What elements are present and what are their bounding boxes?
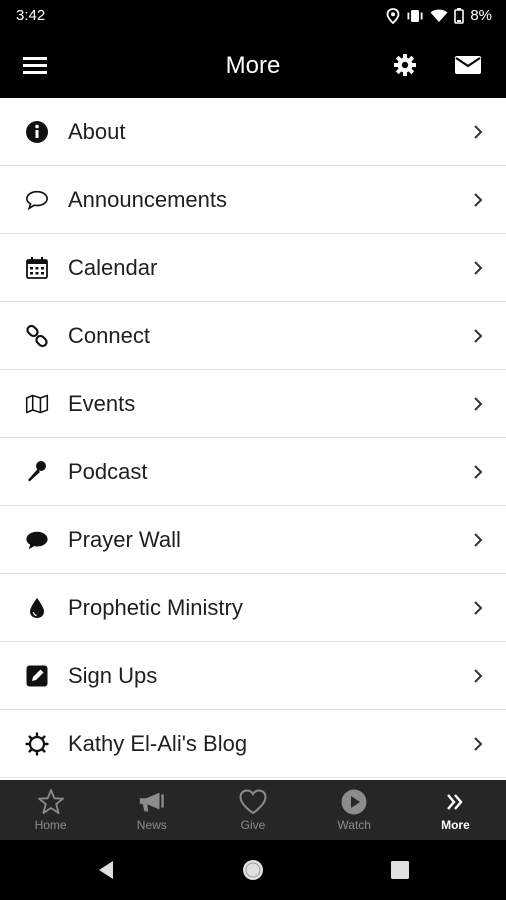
calendar-icon bbox=[25, 256, 49, 280]
chevron-right-icon bbox=[474, 600, 483, 615]
battery-level: 8% bbox=[470, 7, 492, 24]
sun-icon bbox=[25, 731, 49, 756]
menu-item-connect[interactable]: Connect bbox=[0, 302, 506, 370]
menu-item-label: Connect bbox=[68, 322, 150, 348]
wifi-icon bbox=[430, 9, 448, 22]
menu-item-kathy-blog[interactable]: Kathy El-Ali's Blog bbox=[0, 710, 506, 778]
gear-icon[interactable] bbox=[390, 50, 420, 80]
map-icon bbox=[25, 392, 49, 416]
chevron-right-icon bbox=[474, 124, 483, 139]
tab-label: Home bbox=[34, 818, 67, 832]
chevron-right-icon bbox=[474, 736, 483, 751]
back-icon[interactable] bbox=[94, 858, 118, 882]
microphone-icon bbox=[25, 460, 49, 484]
page-title: More bbox=[225, 52, 281, 79]
menu-item-label: Announcements bbox=[68, 186, 227, 212]
menu-item-podcast[interactable]: Podcast bbox=[0, 438, 506, 506]
tab-watch[interactable]: Watch bbox=[304, 780, 405, 840]
tab-label: News bbox=[136, 818, 167, 832]
menu-item-label: Events bbox=[68, 390, 136, 416]
tab-label: Watch bbox=[337, 818, 371, 832]
chevron-right-icon bbox=[474, 668, 483, 683]
menu-item-calendar[interactable]: Calendar bbox=[0, 234, 506, 302]
menu-item-label: Calendar bbox=[68, 254, 158, 280]
star-icon bbox=[36, 788, 66, 816]
chevron-right-icon bbox=[474, 396, 483, 411]
menu-item-label: About bbox=[68, 118, 126, 144]
menu-item-prophetic-ministry[interactable]: Prophetic Ministry bbox=[0, 574, 506, 642]
battery-icon bbox=[454, 7, 465, 24]
chevron-right-icon bbox=[474, 328, 483, 343]
menu-item-label: Podcast bbox=[68, 458, 148, 484]
info-icon bbox=[25, 120, 49, 144]
bottom-tab-bar: Home News Give Watch More bbox=[0, 780, 506, 840]
system-nav-bar bbox=[0, 840, 506, 900]
edit-icon bbox=[25, 664, 49, 688]
menu-item-announcements[interactable]: Announcements bbox=[0, 166, 506, 234]
menu-item-prayer-wall[interactable]: Prayer Wall bbox=[0, 506, 506, 574]
status-icons: 8% bbox=[386, 7, 492, 24]
menu-list: About Announcements Calendar Connect Eve… bbox=[0, 98, 506, 780]
tab-news[interactable]: News bbox=[101, 780, 202, 840]
chevron-right-icon bbox=[474, 192, 483, 207]
status-bar: 3:42 8% bbox=[0, 0, 506, 32]
megaphone-icon bbox=[137, 788, 167, 816]
speech-bubble-icon bbox=[25, 188, 49, 212]
status-time: 3:42 bbox=[16, 7, 46, 24]
app-bar: More bbox=[0, 32, 506, 98]
chevron-right-icon bbox=[474, 464, 483, 479]
tab-home[interactable]: Home bbox=[0, 780, 101, 840]
comment-icon bbox=[25, 528, 49, 552]
menu-item-label: Kathy El-Ali's Blog bbox=[68, 730, 248, 756]
menu-item-sign-ups[interactable]: Sign Ups bbox=[0, 642, 506, 710]
location-icon bbox=[386, 7, 400, 24]
recents-icon[interactable] bbox=[388, 858, 412, 882]
tab-label: Give bbox=[240, 818, 266, 832]
menu-item-label: Sign Ups bbox=[68, 662, 158, 688]
vibrate-icon bbox=[407, 9, 423, 22]
tab-label: More bbox=[441, 818, 470, 832]
mail-icon[interactable] bbox=[453, 50, 483, 80]
double-chevron-icon bbox=[440, 788, 470, 816]
heart-icon bbox=[238, 788, 268, 816]
tab-more[interactable]: More bbox=[405, 780, 506, 840]
drop-icon bbox=[25, 596, 49, 620]
menu-item-about[interactable]: About bbox=[0, 98, 506, 166]
tab-give[interactable]: Give bbox=[202, 780, 303, 840]
menu-item-label: Prophetic Ministry bbox=[68, 594, 243, 620]
home-circle-icon[interactable] bbox=[241, 858, 265, 882]
chevron-right-icon bbox=[474, 260, 483, 275]
chevron-right-icon bbox=[474, 532, 483, 547]
play-icon bbox=[339, 788, 369, 816]
menu-item-events[interactable]: Events bbox=[0, 370, 506, 438]
link-icon bbox=[25, 324, 49, 348]
menu-item-label: Prayer Wall bbox=[68, 526, 181, 552]
